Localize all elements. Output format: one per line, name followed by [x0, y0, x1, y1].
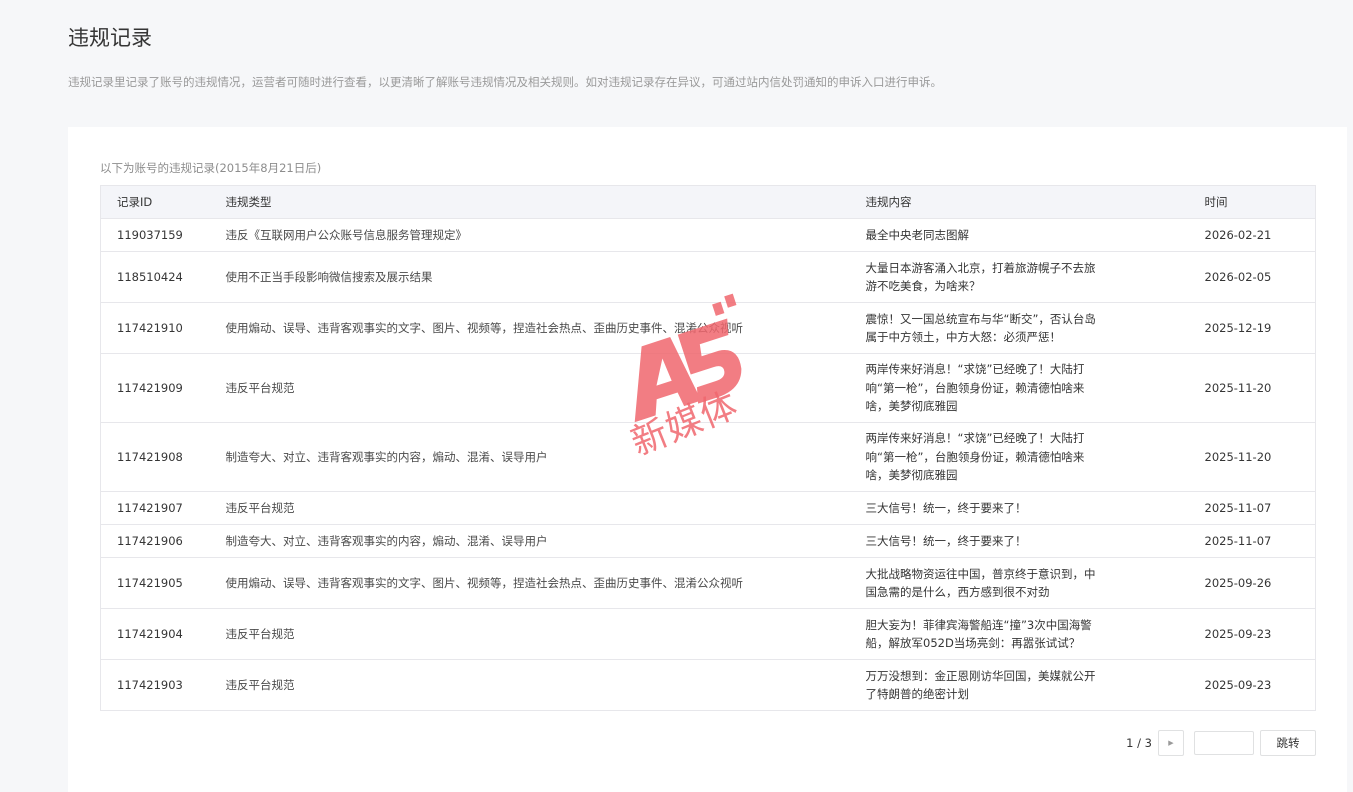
page-description: 违规记录里记录了账号的违规情况，运营者可随时进行查看，以更清晰了解账号违规情况及… [68, 75, 942, 89]
page-title: 违规记录 [68, 26, 152, 50]
record-type: 违反平台规范 [209, 608, 850, 660]
record-time: 2025-11-07 [1188, 524, 1316, 558]
column-header-time: 时间 [1188, 185, 1316, 219]
table-row: 117421903 违反平台规范 万万没想到：金正恩刚访华回国，美媒就公开了特朗… [100, 659, 1316, 711]
record-id: 117421904 [100, 608, 210, 660]
record-id: 117421909 [100, 353, 210, 423]
record-type: 制造夸大、对立、违背客观事实的内容，煽动、混淆、误导用户 [209, 422, 850, 492]
records-card: 以下为账号的违规记录(2015年8月21日后) 记录ID 违规类型 违规内容 时… [68, 127, 1347, 792]
record-time: 2025-11-20 [1188, 353, 1316, 423]
record-content: 三大信号！统一，终于要来了！ [849, 524, 1189, 558]
records-note: 以下为账号的违规记录(2015年8月21日后) [100, 161, 322, 175]
record-content: 最全中央老同志图解 [849, 218, 1189, 252]
record-content: 大量日本游客涌入北京，打着旅游幌子不去旅游不吃美食，为啥来？ [849, 251, 1189, 303]
record-type: 制造夸大、对立、违背客观事实的内容，煽动、混淆、误导用户 [209, 524, 850, 558]
page-indicator: 1 / 3 [1126, 736, 1152, 750]
record-time: 2026-02-05 [1188, 251, 1316, 303]
record-time: 2025-11-20 [1188, 422, 1316, 492]
record-type: 违反平台规范 [209, 491, 850, 525]
record-id: 117421910 [100, 302, 210, 354]
record-content: 三大信号！统一，终于要来了！ [849, 491, 1189, 525]
record-content: 两岸传来好消息！“求饶”已经晚了！大陆打响“第一枪”，台胞领身份证，赖清德怕啥来… [849, 353, 1189, 423]
column-header-content: 违规内容 [849, 185, 1189, 219]
record-id: 119037159 [100, 218, 210, 252]
table-row: 117421906 制造夸大、对立、违背客观事实的内容，煽动、混淆、误导用户 三… [100, 524, 1316, 558]
record-time: 2025-11-07 [1188, 491, 1316, 525]
record-id: 117421907 [100, 491, 210, 525]
record-content: 大批战略物资运往中国，普京终于意识到，中国急需的是什么，西方感到很不对劲 [849, 557, 1189, 609]
jump-button[interactable]: 跳转 [1260, 730, 1316, 756]
record-id: 117421908 [100, 422, 210, 492]
record-content: 万万没想到：金正恩刚访华回国，美媒就公开了特朗普的绝密计划 [849, 659, 1189, 711]
record-type: 违反平台规范 [209, 659, 850, 711]
record-time: 2025-12-19 [1188, 302, 1316, 354]
record-id: 117421905 [100, 557, 210, 609]
record-id: 117421903 [100, 659, 210, 711]
record-time: 2025-09-26 [1188, 557, 1316, 609]
table-row: 118510424 使用不正当手段影响微信搜索及展示结果 大量日本游客涌入北京，… [100, 251, 1316, 303]
table-row: 117421907 违反平台规范 三大信号！统一，终于要来了！ 2025-11-… [100, 491, 1316, 525]
pagination: 1 / 3 ▶ 跳转 [1126, 730, 1316, 756]
table-row: 117421910 使用煽动、误导、违背客观事实的文字、图片、视频等，捏造社会热… [100, 302, 1316, 354]
record-time: 2025-09-23 [1188, 659, 1316, 711]
next-page-button[interactable]: ▶ [1158, 730, 1184, 756]
record-time: 2026-02-21 [1188, 218, 1316, 252]
table-row: 119037159 违反《互联网用户公众账号信息服务管理规定》 最全中央老同志图… [100, 218, 1316, 252]
record-type: 违反平台规范 [209, 353, 850, 423]
record-type: 使用煽动、误导、违背客观事实的文字、图片、视频等，捏造社会热点、歪曲历史事件、混… [209, 302, 850, 354]
record-id: 118510424 [100, 251, 210, 303]
caret-right-icon: ▶ [1168, 739, 1174, 747]
record-content: 胆大妄为！菲律宾海警船连“撞”3次中国海警船，解放军052D当场亮剑：再嚣张试试… [849, 608, 1189, 660]
record-type: 使用不正当手段影响微信搜索及展示结果 [209, 251, 850, 303]
record-id: 117421906 [100, 524, 210, 558]
column-header-type: 违规类型 [209, 185, 850, 219]
record-type: 使用煽动、误导、违背客观事实的文字、图片、视频等，捏造社会热点、歪曲历史事件、混… [209, 557, 850, 609]
page-number-input[interactable] [1194, 731, 1254, 755]
table-header-row: 记录ID 违规类型 违规内容 时间 [100, 185, 1316, 219]
table-row: 117421904 违反平台规范 胆大妄为！菲律宾海警船连“撞”3次中国海警船，… [100, 608, 1316, 660]
record-content: 两岸传来好消息！“求饶”已经晚了！大陆打响“第一枪”，台胞领身份证，赖清德怕啥来… [849, 422, 1189, 492]
record-content: 震惊！又一国总统宣布与华“断交”，否认台岛属于中方领土，中方大怒：必须严惩！ [849, 302, 1189, 354]
column-header-id: 记录ID [100, 185, 210, 219]
record-time: 2025-09-23 [1188, 608, 1316, 660]
violation-records-table: 记录ID 违规类型 违规内容 时间 119037159 违反《互联网用户公众账号… [100, 185, 1316, 711]
record-type: 违反《互联网用户公众账号信息服务管理规定》 [209, 218, 850, 252]
table-row: 117421905 使用煽动、误导、违背客观事实的文字、图片、视频等，捏造社会热… [100, 557, 1316, 609]
